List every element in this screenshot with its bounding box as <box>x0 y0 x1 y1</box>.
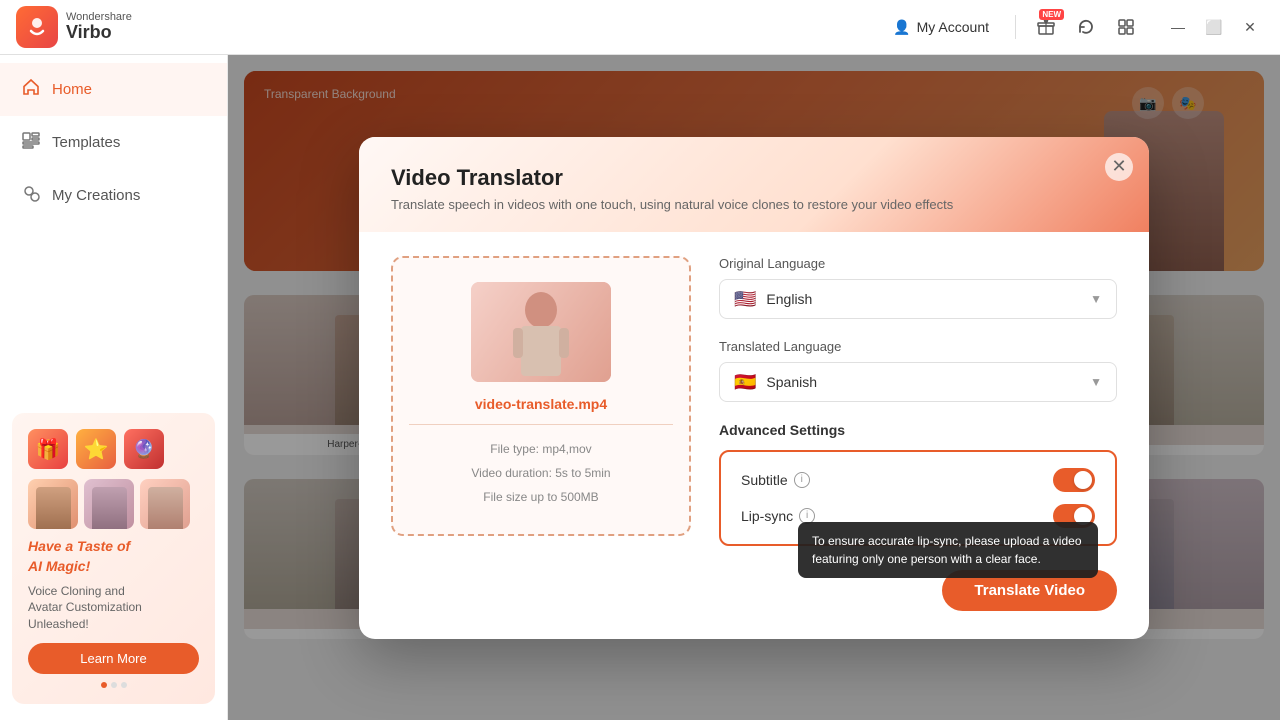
close-button[interactable]: ✕ <box>1236 13 1264 41</box>
promo-icon-2: ⭐ <box>76 429 116 469</box>
subtitle-text: Subtitle <box>741 472 788 488</box>
app-logo-text: Wondershare Virbo <box>66 11 132 43</box>
original-flag: 🇺🇸 <box>734 290 756 308</box>
file-name: video-translate.mp4 <box>475 396 607 412</box>
gift-icon <box>1037 18 1055 36</box>
close-icon: ✕ <box>1244 19 1256 36</box>
main-content: Home Templates <box>0 55 1280 720</box>
chevron-down-icon-2: ▼ <box>1090 375 1102 389</box>
modal-overlay: Video Translator Translate speech in vid… <box>228 55 1280 720</box>
file-info: File type: mp4,mov Video duration: 5s to… <box>471 437 610 509</box>
reload-icon-btn[interactable] <box>1072 13 1100 41</box>
translated-language-text: Spanish <box>766 374 817 390</box>
modal-close-button[interactable]: ✕ <box>1105 153 1133 181</box>
file-size-label: File size up to 500MB <box>471 485 610 509</box>
settings-panel: Original Language 🇺🇸 English ▼ Translate… <box>719 256 1117 611</box>
dot-2 <box>111 682 117 688</box>
lipsync-text: Lip-sync <box>741 508 793 524</box>
file-preview <box>471 282 611 382</box>
promo-icon-3: 🔮 <box>124 429 164 469</box>
sidebar: Home Templates <box>0 55 228 720</box>
file-type-label: File type: mp4,mov <box>471 437 610 461</box>
app-window: Wondershare Virbo 👤 My Account <box>0 0 1280 720</box>
promo-card: 🎁 ⭐ 🔮 Have a Taste of <box>12 413 215 704</box>
sidebar-item-creations[interactable]: My Creations <box>0 169 227 222</box>
subtitle-row: Subtitle i <box>741 468 1095 492</box>
app-name-label: Virbo <box>66 23 132 43</box>
promo-icon-1: 🎁 <box>28 429 68 469</box>
promo-avatar-1 <box>28 479 78 529</box>
modal-header: Video Translator Translate speech in vid… <box>359 137 1149 232</box>
dot-3 <box>121 682 127 688</box>
lipsync-row: Lip-sync i To ensure accurate lip-sync, … <box>741 504 1095 528</box>
sidebar-item-home[interactable]: Home <box>0 63 227 116</box>
promo-avatar-2 <box>84 479 134 529</box>
creations-icon <box>20 183 42 208</box>
modal-title: Video Translator <box>391 165 1117 191</box>
file-dropzone[interactable]: video-translate.mp4 File type: mp4,mov V… <box>391 256 691 536</box>
minimize-button[interactable]: — <box>1164 13 1192 41</box>
lipsync-tooltip: To ensure accurate lip-sync, please uplo… <box>798 522 1098 578</box>
gift-icon-btn[interactable]: NEW <box>1032 13 1060 41</box>
file-preview-image <box>471 282 611 382</box>
chevron-down-icon: ▼ <box>1090 292 1102 306</box>
window-controls: — ⬜ ✕ <box>1164 13 1264 41</box>
toolbar-icons: NEW <box>1032 13 1140 41</box>
sidebar-item-templates[interactable]: Templates <box>0 116 227 169</box>
divider <box>1015 15 1016 39</box>
maximize-icon: ⬜ <box>1205 19 1222 36</box>
grid-icon-btn[interactable] <box>1112 13 1140 41</box>
title-bar-right: 👤 My Account NEW <box>883 13 1264 42</box>
app-logo: Wondershare Virbo <box>16 6 132 48</box>
subtitle-label: Subtitle i <box>741 472 810 488</box>
minimize-icon: — <box>1171 19 1185 35</box>
content-area: 📷 🎭 Transparent Background Harper-Promot… <box>228 55 1280 720</box>
sidebar-home-label: Home <box>52 81 92 98</box>
promo-dots <box>28 682 199 688</box>
advanced-settings-label: Advanced Settings <box>719 422 1117 438</box>
video-translator-modal: Video Translator Translate speech in vid… <box>359 137 1149 639</box>
account-icon: 👤 <box>893 19 910 36</box>
modal-body: video-translate.mp4 File type: mp4,mov V… <box>359 232 1149 639</box>
file-divider <box>409 424 673 425</box>
sidebar-templates-label: Templates <box>52 134 120 151</box>
translated-language-label: Translated Language <box>719 339 1117 354</box>
file-duration-label: Video duration: 5s to 5min <box>471 461 610 485</box>
original-language-dropdown[interactable]: 🇺🇸 English ▼ <box>719 279 1117 319</box>
advanced-settings-box: Subtitle i Lip-sync i <box>719 450 1117 546</box>
original-language-value: 🇺🇸 English <box>734 290 812 308</box>
promo-avatar-3 <box>140 479 190 529</box>
original-language-label: Original Language <box>719 256 1117 271</box>
close-x-icon: ✕ <box>1111 156 1126 177</box>
translated-flag: 🇪🇸 <box>734 373 756 391</box>
reload-icon <box>1077 18 1095 36</box>
grid-icon <box>1117 18 1135 36</box>
modal-subtitle: Translate speech in videos with one touc… <box>391 197 1117 212</box>
translated-language-value: 🇪🇸 Spanish <box>734 373 817 391</box>
home-icon <box>20 77 42 102</box>
dot-1 <box>101 682 107 688</box>
title-bar: Wondershare Virbo 👤 My Account <box>0 0 1280 55</box>
translated-language-dropdown[interactable]: 🇪🇸 Spanish ▼ <box>719 362 1117 402</box>
learn-more-button[interactable]: Learn More <box>28 643 199 674</box>
sidebar-nav: Home Templates <box>0 55 227 230</box>
tooltip-text: To ensure accurate lip-sync, please uplo… <box>812 534 1082 566</box>
account-label: My Account <box>917 19 989 35</box>
new-badge: NEW <box>1039 9 1064 20</box>
original-language-text: English <box>766 291 812 307</box>
subtitle-toggle[interactable] <box>1053 468 1095 492</box>
app-logo-icon <box>16 6 58 48</box>
promo-title: Have a Taste of AI Magic! <box>28 537 199 576</box>
subtitle-info-icon[interactable]: i <box>794 472 810 488</box>
sidebar-creations-label: My Creations <box>52 187 140 204</box>
maximize-button[interactable]: ⬜ <box>1200 13 1228 41</box>
file-panel: video-translate.mp4 File type: mp4,mov V… <box>391 256 691 611</box>
templates-icon <box>20 130 42 155</box>
promo-subtitle: Voice Cloning andAvatar Customization Un… <box>28 583 199 633</box>
my-account-button[interactable]: 👤 My Account <box>883 13 999 42</box>
